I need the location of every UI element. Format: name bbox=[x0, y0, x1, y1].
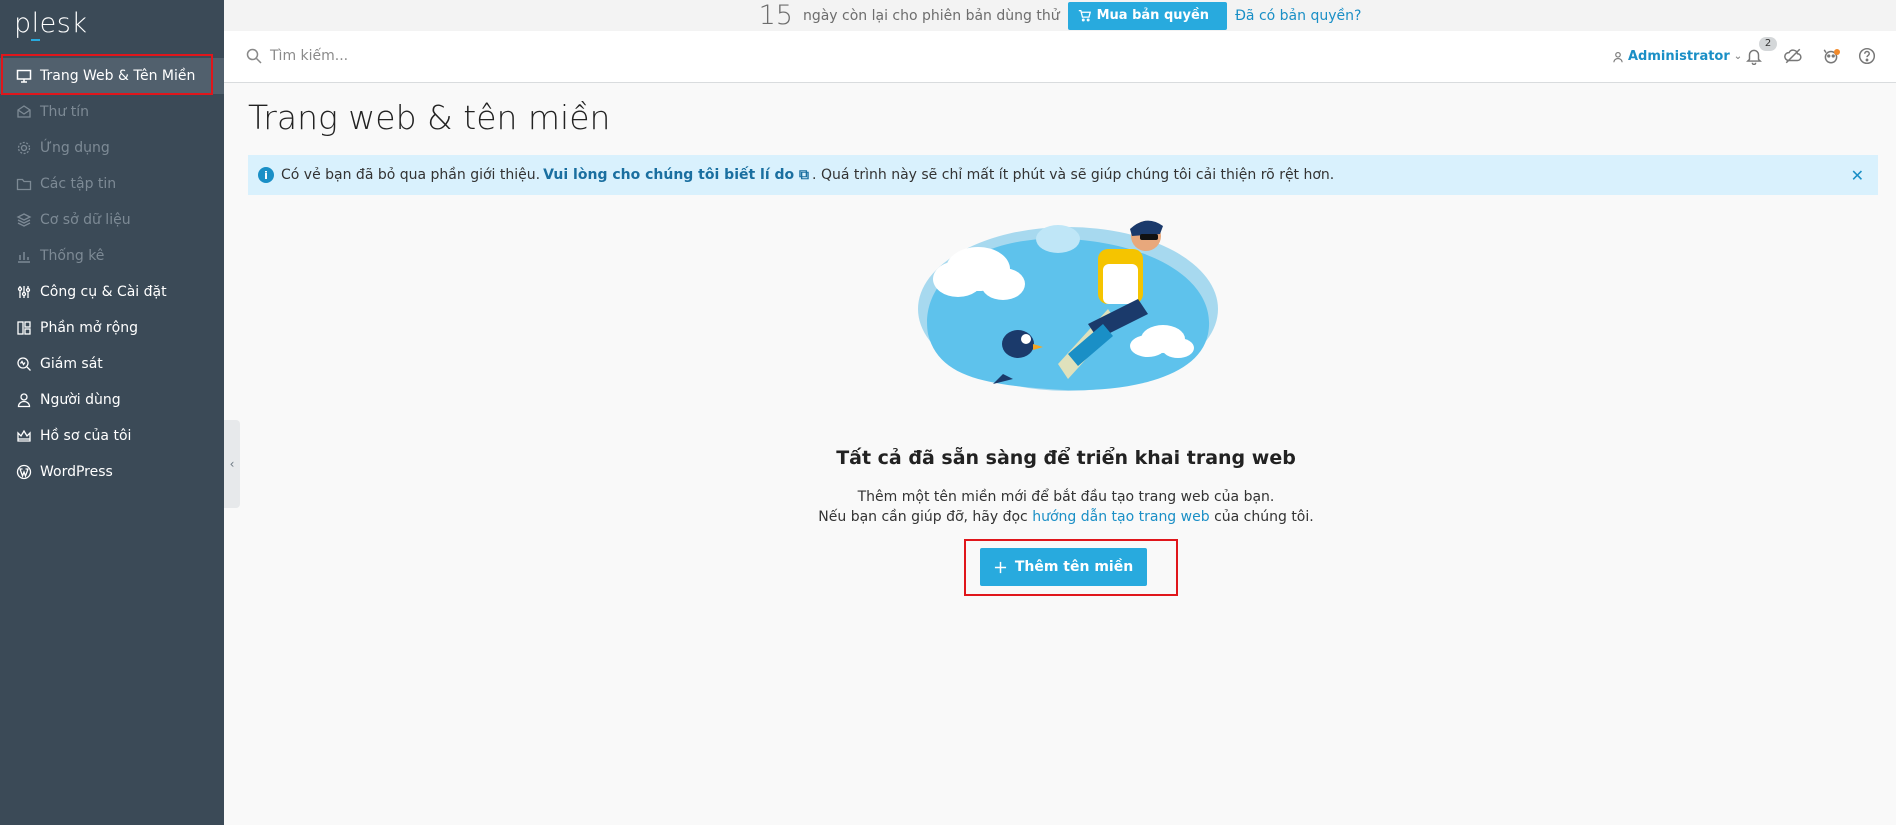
folder-icon bbox=[16, 176, 32, 192]
sidebar-item-files[interactable]: Các tập tin bbox=[0, 166, 224, 202]
monitor-icon bbox=[16, 68, 32, 84]
sliders-icon bbox=[16, 284, 32, 300]
extensions-icon bbox=[16, 320, 32, 336]
sidebar-item-tools-settings[interactable]: Công cụ & Cài đặt bbox=[0, 274, 224, 310]
info-icon: i bbox=[258, 167, 274, 183]
sidebar-item-label: Công cụ & Cài đặt bbox=[40, 284, 167, 300]
buy-license-button[interactable]: Mua bản quyền bbox=[1067, 1, 1228, 30]
user-menu[interactable]: Administrator ⌄ bbox=[1612, 49, 1742, 64]
user-icon bbox=[16, 392, 32, 408]
search-input[interactable]: Tìm kiếm... bbox=[246, 48, 348, 64]
sidebar-item-websites-domains[interactable]: Trang Web & Tên Miền bbox=[0, 58, 224, 94]
cloud-off-icon[interactable] bbox=[1784, 47, 1802, 65]
trial-bar: 15 ngày còn lại cho phiên bản dùng thử M… bbox=[224, 0, 1896, 31]
page-title: Trang web & tên miền bbox=[248, 98, 611, 137]
sidebar-item-label: Giám sát bbox=[40, 356, 103, 372]
empty-state-title: Tất cả đã sẵn sàng để triển khai trang w… bbox=[836, 447, 1296, 469]
sidebar-item-label: Ứng dụng bbox=[40, 140, 110, 156]
banner-text-after: . Quá trình này sẽ chỉ mất ít phút và sẽ… bbox=[812, 167, 1335, 183]
status-dot bbox=[1834, 49, 1840, 55]
trial-days: 15 bbox=[758, 0, 793, 31]
sidebar-item-label: Phần mở rộng bbox=[40, 320, 138, 336]
plesk-logo[interactable]: plesk bbox=[14, 8, 87, 41]
sidebar-item-statistics[interactable]: Thống kê bbox=[0, 238, 224, 274]
guide-link[interactable]: hướng dẫn tạo trang web bbox=[1032, 509, 1209, 525]
sidebar-item-users[interactable]: Người dùng bbox=[0, 382, 224, 418]
sidebar-item-label: Trang Web & Tên Miền bbox=[40, 68, 196, 84]
sidebar-item-label: Người dùng bbox=[40, 392, 121, 408]
notification-count-badge: 2 bbox=[1759, 37, 1777, 51]
help-icon[interactable] bbox=[1858, 47, 1876, 65]
sidebar-item-mail[interactable]: Thư tín bbox=[0, 94, 224, 130]
sidebar-item-label: Hồ sơ của tôi bbox=[40, 428, 132, 444]
info-banner: i Có vẻ bạn đã bỏ qua phần giới thiệu. V… bbox=[248, 155, 1878, 195]
search-placeholder: Tìm kiếm... bbox=[270, 48, 349, 64]
add-domain-label: Thêm tên miền bbox=[1014, 559, 1134, 575]
sidebar-item-applications[interactable]: Ứng dụng bbox=[0, 130, 224, 166]
top-header: Tìm kiếm... Administrator ⌄ 2 bbox=[224, 31, 1896, 83]
sidebar-item-label: Thống kê bbox=[40, 248, 105, 264]
close-icon[interactable]: ✕ bbox=[1851, 166, 1864, 185]
empty-state-description: Thêm một tên miền mới để bắt đầu tạo tra… bbox=[0, 487, 1896, 527]
bar-chart-icon bbox=[16, 248, 32, 264]
empty-state-line1: Thêm một tên miền mới để bắt đầu tạo tra… bbox=[857, 489, 1275, 505]
search-icon bbox=[246, 48, 262, 64]
banner-text: Có vẻ bạn đã bỏ qua phần giới thiệu. bbox=[281, 167, 541, 183]
cart-icon bbox=[1078, 9, 1091, 22]
mail-icon bbox=[16, 104, 32, 120]
user-name: Administrator bbox=[1628, 49, 1730, 64]
monitoring-icon bbox=[16, 356, 32, 372]
sidebar-item-monitoring[interactable]: Giám sát bbox=[0, 346, 224, 382]
external-link-icon: ⧉ bbox=[799, 167, 810, 183]
trial-text: ngày còn lại cho phiên bản dùng thử bbox=[802, 7, 1060, 24]
have-license-link[interactable]: Đã có bản quyền? bbox=[1235, 8, 1361, 24]
user-icon bbox=[1613, 51, 1623, 62]
notification-bell-icon[interactable] bbox=[1745, 47, 1763, 65]
gear-icon bbox=[16, 140, 32, 156]
launch-illustration bbox=[918, 220, 1218, 391]
database-icon bbox=[16, 212, 32, 228]
plus-icon bbox=[994, 561, 1006, 573]
sidebar-item-label: Các tập tin bbox=[40, 176, 117, 192]
buy-license-label: Mua bản quyền bbox=[1096, 8, 1210, 23]
sidebar-item-extensions[interactable]: Phần mở rộng bbox=[0, 310, 224, 346]
sidebar-item-label: Cơ sở dữ liệu bbox=[40, 212, 131, 228]
crown-icon bbox=[16, 428, 32, 444]
sidebar-nav: Trang Web & Tên Miền Thư tín Ứng dụng Cá… bbox=[0, 58, 224, 490]
feedback-link[interactable]: Vui lòng cho chúng tôi biết lí do ⧉ bbox=[543, 167, 809, 183]
empty-state-line2: Nếu bạn cần giúp đỡ, hãy đọc hướng dẫn t… bbox=[818, 509, 1314, 525]
sidebar-item-databases[interactable]: Cơ sở dữ liệu bbox=[0, 202, 224, 238]
sidebar-item-label: Thư tín bbox=[40, 104, 89, 120]
sidebar: plesk Trang Web & Tên Miền Thư tín Ứng d… bbox=[0, 0, 224, 825]
add-domain-button[interactable]: Thêm tên miền bbox=[980, 548, 1147, 586]
chevron-down-icon: ⌄ bbox=[1733, 51, 1743, 62]
